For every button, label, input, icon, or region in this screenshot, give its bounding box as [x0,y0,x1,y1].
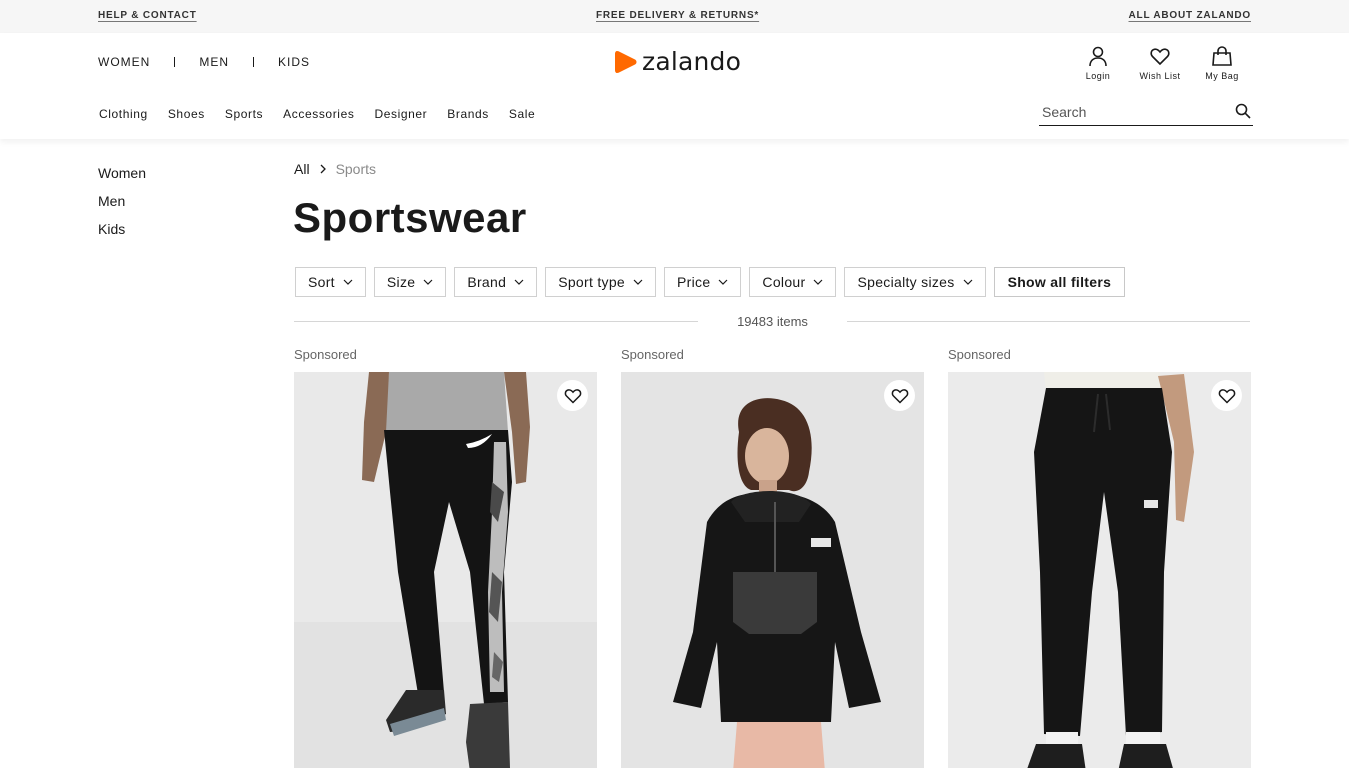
bag-label: My Bag [1205,71,1239,81]
filter-size[interactable]: Size [373,267,447,297]
zalando-logo-icon [615,50,637,73]
filter-sort[interactable]: Sort [295,267,366,297]
page-title: Sportswear [293,194,527,241]
search-bar [1039,101,1253,126]
product-image[interactable] [948,372,1251,768]
product-image[interactable] [621,372,924,768]
wishlist-toggle[interactable] [884,380,915,411]
product-image[interactable] [294,372,597,768]
filter-specialty-sizes[interactable]: Specialty sizes [844,267,986,297]
filter-price[interactable]: Price [664,267,742,297]
sidebar: Women Men Kids [98,165,146,249]
category-brands[interactable]: Brands [447,107,489,121]
product-photo-anorak [621,372,924,768]
product-grid: Sponsored Sponsored Sponsored [294,347,1251,768]
breadcrumb: All Sports [294,161,376,177]
gender-nav-kids[interactable]: KIDS [278,55,310,69]
chevron-down-icon [633,279,643,285]
login-button[interactable]: Login [1067,45,1129,81]
chevron-down-icon [963,279,972,285]
filter-label: Sport type [558,274,626,290]
category-designer[interactable]: Designer [374,107,427,121]
gender-nav-women[interactable]: WOMEN [98,55,150,69]
search-input[interactable] [1039,101,1219,123]
item-count-row: 19483 items [294,312,1250,332]
chevron-right-icon [320,164,326,174]
breadcrumb-all[interactable]: All [294,161,310,177]
divider [253,57,254,67]
sponsored-label: Sponsored [294,347,357,362]
gender-nav: WOMEN MEN KIDS [98,55,310,69]
divider [847,321,1250,322]
user-icon [1089,46,1107,67]
help-contact-link[interactable]: HELP & CONTACT [98,10,197,21]
product-card[interactable]: Sponsored [948,347,1251,768]
heart-icon [1218,388,1235,404]
zalando-logo[interactable]: zalando [614,47,741,76]
product-card[interactable]: Sponsored [294,347,597,768]
sidebar-item-women[interactable]: Women [98,165,146,193]
filter-label: Size [386,274,416,290]
product-card[interactable]: Sponsored [621,347,924,768]
category-nav: Clothing Shoes Sports Accessories Design… [99,107,555,121]
show-all-filters-button[interactable]: Show all filters [993,267,1126,297]
sponsored-label: Sponsored [621,347,684,362]
category-sale[interactable]: Sale [509,107,535,121]
search-icon[interactable] [1235,103,1251,119]
sponsored-label: Sponsored [948,347,1011,362]
wishlist-button[interactable]: Wish List [1129,45,1191,81]
sidebar-item-men[interactable]: Men [98,193,146,221]
category-accessories[interactable]: Accessories [283,107,354,121]
chevron-down-icon [814,279,823,285]
category-shoes[interactable]: Shoes [168,107,205,121]
site-header: WOMEN MEN KIDS zalando Login Wish List M… [0,33,1349,139]
chevron-down-icon [718,279,728,285]
product-photo-track-pants [294,372,597,768]
filter-bar: Sort Size Brand Sport type Price Colour … [295,267,1133,297]
chevron-down-icon [343,279,353,285]
category-sports[interactable]: Sports [225,107,263,121]
wishlist-toggle[interactable] [557,380,588,411]
gender-nav-men[interactable]: MEN [199,55,229,69]
bag-icon [1212,46,1232,66]
heart-icon [1150,48,1170,66]
breadcrumb-current: Sports [335,161,377,177]
about-zalando-link[interactable]: ALL ABOUT ZALANDO [1129,10,1251,21]
bag-button[interactable]: My Bag [1191,45,1253,81]
heart-icon [891,388,908,404]
divider [174,57,176,67]
chevron-down-icon [423,279,433,285]
category-clothing[interactable]: Clothing [99,107,148,121]
login-label: Login [1085,71,1111,81]
filter-sport-type[interactable]: Sport type [545,267,657,297]
product-photo-joggers [948,372,1251,768]
heart-icon [564,388,581,404]
logo-wordmark: zalando [642,47,742,76]
filter-label: Sort [308,274,335,290]
item-count: 19483 items [737,314,808,329]
wishlist-toggle[interactable] [1211,380,1242,411]
utility-bar: HELP & CONTACT FREE DELIVERY & RETURNS* … [0,0,1349,33]
divider [294,321,698,322]
filter-brand[interactable]: Brand [454,267,538,297]
filter-label: Colour [762,274,806,290]
free-delivery-link[interactable]: FREE DELIVERY & RETURNS* [596,10,759,21]
wishlist-label: Wish List [1139,71,1181,81]
filter-label: Specialty sizes [857,274,955,290]
sidebar-item-kids[interactable]: Kids [98,221,146,249]
filter-colour[interactable]: Colour [749,267,837,297]
chevron-down-icon [514,279,524,285]
filter-label: Brand [467,274,507,290]
user-actions: Login Wish List My Bag [1067,45,1253,81]
filter-label: Price [677,274,711,290]
